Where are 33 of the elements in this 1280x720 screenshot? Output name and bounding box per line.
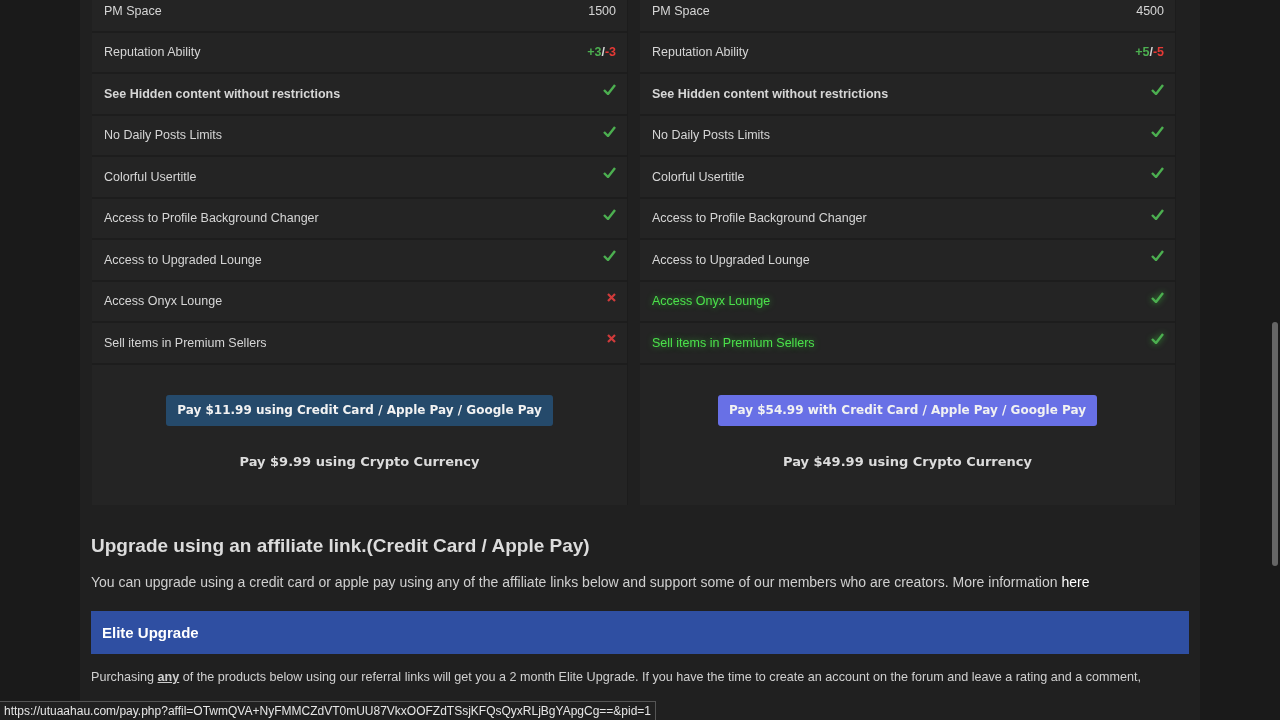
- feature-label: Sell items in Premium Sellers: [652, 335, 815, 350]
- feature-label: See Hidden content without restrictions: [104, 86, 341, 101]
- elite-banner: Elite Upgrade: [91, 611, 1189, 654]
- feature-label: Access to Profile Background Changer: [652, 211, 867, 226]
- status-bar-url: https://utuaahau.com/pay.php?affil=OTwmQVA+NyFMMCZdVT0mUU87VkxOOFZdTSsjKFQsQyxRLjBgYApgCg==&pid=1: [0, 701, 657, 720]
- pay-button[interactable]: Pay $11.99 using Credit Card / Apple Pay / Google Pay: [166, 394, 553, 426]
- feature-label: Reputation Ability: [104, 45, 201, 60]
- scrollbar-thumb[interactable]: [1272, 322, 1278, 566]
- feature-label: No Daily Posts Limits: [104, 128, 223, 143]
- feature-label: Access Onyx Lounge: [652, 294, 771, 309]
- feature-label: Sell items in Premium Sellers: [104, 335, 267, 350]
- crypto-link[interactable]: Pay $9.99 using Crypto Currency: [239, 453, 480, 469]
- feature-label: Access Onyx Lounge: [104, 294, 223, 309]
- reputation-value: +3/-3: [587, 45, 616, 60]
- section-heading: Upgrade using an affiliate link.(Credit Card / Apple Pay): [91, 535, 591, 557]
- feature-label: Colorful Usertitle: [652, 169, 745, 184]
- pay-button[interactable]: Pay $54.99 with Credit Card / Apple Pay / Google Pay: [718, 394, 1097, 426]
- feature-label: PM Space: [104, 3, 162, 18]
- info-link[interactable]: here: [1061, 574, 1090, 590]
- feature-label: See Hidden content without restrictions: [652, 86, 889, 101]
- feature-label: Access to Upgraded Lounge: [652, 252, 810, 267]
- reputation-value: +5/-5: [1135, 45, 1164, 60]
- feature-label: No Daily Posts Limits: [652, 128, 771, 143]
- body-text: Purchasing any of the products below using our referral links will get you a 2 month Elite Upgrade. If you have the time to create an account on the forum and leave a rating and a comment,: [91, 669, 1143, 686]
- row-value: 1500: [588, 3, 616, 18]
- feature-label: Access to Upgraded Lounge: [104, 252, 262, 267]
- feature-label: Colorful Usertitle: [104, 169, 197, 184]
- feature-label: PM Space: [652, 3, 710, 18]
- row-value: 4500: [1136, 3, 1164, 18]
- intro-text: You can upgrade using a credit card or apple pay using any of the affiliate links below and support some of our members who are creators. More information here: [91, 573, 1091, 592]
- feature-label: Reputation Ability: [652, 45, 749, 60]
- crypto-link[interactable]: Pay $49.99 using Crypto Currency: [782, 453, 1033, 469]
- feature-label: Access to Profile Background Changer: [104, 211, 319, 226]
